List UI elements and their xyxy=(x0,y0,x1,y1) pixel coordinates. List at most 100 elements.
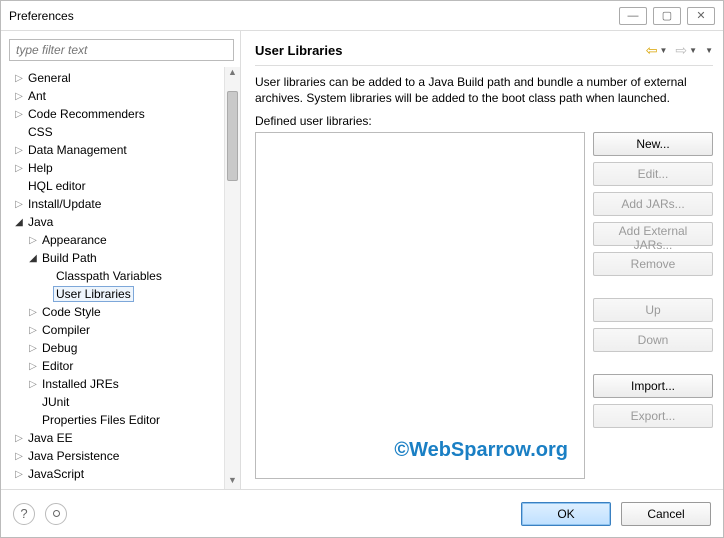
twisty-blank: · xyxy=(27,397,39,408)
tree-item[interactable]: ▷Ant xyxy=(13,87,224,105)
tree-item[interactable]: ▷Data Management xyxy=(13,141,224,159)
chevron-right-icon[interactable]: ▷ xyxy=(13,433,25,444)
add-jars-button[interactable]: Add JARs... xyxy=(593,192,713,216)
tree-item[interactable]: ▷Debug xyxy=(13,339,224,357)
chevron-right-icon[interactable]: ▷ xyxy=(13,91,25,102)
tree-item-label: Install/Update xyxy=(25,196,104,212)
ok-button[interactable]: OK xyxy=(521,502,611,526)
tree-item-label: Appearance xyxy=(39,232,110,248)
dialog-body: ▷General▷Ant▷Code Recommenders·CSS▷Data … xyxy=(1,31,723,489)
twisty-blank: · xyxy=(13,181,25,192)
progress-icon[interactable] xyxy=(45,503,67,525)
chevron-right-icon[interactable]: ▷ xyxy=(13,145,25,156)
content-row: ©WebSparrow.org New... Edit... Add JARs.… xyxy=(255,132,713,479)
filter-input[interactable] xyxy=(9,39,234,61)
chevron-right-icon[interactable]: ▷ xyxy=(13,73,25,84)
tree-scrollbar[interactable]: ▲ ▼ xyxy=(224,67,240,489)
left-panel: ▷General▷Ant▷Code Recommenders·CSS▷Data … xyxy=(1,31,241,489)
defined-libraries-label: Defined user libraries: xyxy=(255,114,713,128)
back-menu-icon[interactable]: ▼ xyxy=(660,46,668,55)
page-menu-icon[interactable]: ▼ xyxy=(705,46,713,55)
edit-button[interactable]: Edit... xyxy=(593,162,713,186)
tree-item-label: Editor xyxy=(39,358,76,374)
tree-item[interactable]: ▷Java Persistence xyxy=(13,447,224,465)
chevron-right-icon[interactable]: ▷ xyxy=(27,361,39,372)
tree-item[interactable]: ▷General xyxy=(13,69,224,87)
chevron-right-icon[interactable]: ▷ xyxy=(13,109,25,120)
tree-item[interactable]: ▷Install/Update xyxy=(13,195,224,213)
scroll-thumb[interactable] xyxy=(227,91,238,181)
scroll-down-icon[interactable]: ▼ xyxy=(225,475,240,489)
tree-item[interactable]: ▷Help xyxy=(13,159,224,177)
chevron-right-icon[interactable]: ▷ xyxy=(27,343,39,354)
tree-item[interactable]: ▷Installed JREs xyxy=(13,375,224,393)
tree-item[interactable]: ◢Java xyxy=(13,213,224,231)
scroll-up-icon[interactable]: ▲ xyxy=(225,67,240,81)
export-button[interactable]: Export... xyxy=(593,404,713,428)
tree-item-label: User Libraries xyxy=(53,286,134,302)
tree-item-label: Java EE xyxy=(25,430,76,446)
add-external-jars-button[interactable]: Add External JARs... xyxy=(593,222,713,246)
tree-item[interactable]: ·User Libraries xyxy=(13,285,224,303)
tree-item[interactable]: ·Classpath Variables xyxy=(13,267,224,285)
forward-icon[interactable]: ⇨ xyxy=(675,42,687,59)
preferences-tree[interactable]: ▷General▷Ant▷Code Recommenders·CSS▷Data … xyxy=(7,67,224,489)
chevron-right-icon[interactable]: ▷ xyxy=(27,235,39,246)
tree-item[interactable]: ▷Code Recommenders xyxy=(13,105,224,123)
filter-wrapper xyxy=(9,39,234,61)
twisty-blank: · xyxy=(13,127,25,138)
close-button[interactable]: ✕ xyxy=(687,7,715,25)
tree-item[interactable]: ▷JavaScript xyxy=(13,465,224,483)
tree-item-label: Data Management xyxy=(25,142,130,158)
chevron-down-icon[interactable]: ◢ xyxy=(27,253,39,264)
page-description: User libraries can be added to a Java Bu… xyxy=(255,74,713,106)
right-panel: User Libraries ⇦ ▼ ⇨ ▼ ▼ User libraries … xyxy=(241,31,723,489)
chevron-down-icon[interactable]: ◢ xyxy=(13,217,25,228)
watermark-text: ©WebSparrow.org xyxy=(394,439,568,462)
forward-menu-icon[interactable]: ▼ xyxy=(689,46,697,55)
up-button[interactable]: Up xyxy=(593,298,713,322)
import-button[interactable]: Import... xyxy=(593,374,713,398)
chevron-right-icon[interactable]: ▷ xyxy=(13,451,25,462)
minimize-button[interactable]: — xyxy=(619,7,647,25)
back-icon[interactable]: ⇦ xyxy=(646,42,658,59)
tree-item[interactable]: ·JUnit xyxy=(13,393,224,411)
tree-item[interactable]: ·HQL editor xyxy=(13,177,224,195)
new-button[interactable]: New... xyxy=(593,132,713,156)
button-column: New... Edit... Add JARs... Add External … xyxy=(593,132,713,479)
tree-item-label: Installed JREs xyxy=(39,376,122,392)
tree-item-label: Build Path xyxy=(39,250,100,266)
tree-item[interactable]: ▷Code Style xyxy=(13,303,224,321)
chevron-right-icon[interactable]: ▷ xyxy=(13,163,25,174)
chevron-right-icon[interactable]: ▷ xyxy=(13,469,25,480)
chevron-right-icon[interactable]: ▷ xyxy=(13,199,25,210)
tree-item[interactable]: ◢Build Path xyxy=(13,249,224,267)
tree-item-label: Properties Files Editor xyxy=(39,412,163,428)
tree-item-label: Debug xyxy=(39,340,80,356)
defined-libraries-list[interactable]: ©WebSparrow.org xyxy=(255,132,585,479)
tree-item-label: Classpath Variables xyxy=(53,268,165,284)
tree-item[interactable]: ·Properties Files Editor xyxy=(13,411,224,429)
header-divider xyxy=(255,65,713,66)
window-controls: — ▢ ✕ xyxy=(619,7,715,25)
tree-item[interactable]: ▷Compiler xyxy=(13,321,224,339)
tree-item-label: Java Persistence xyxy=(25,448,122,464)
tree-item[interactable]: ·CSS xyxy=(13,123,224,141)
tree-item-label: Compiler xyxy=(39,322,93,338)
down-button[interactable]: Down xyxy=(593,328,713,352)
tree-item[interactable]: ▷Appearance xyxy=(13,231,224,249)
help-icon[interactable]: ? xyxy=(13,503,35,525)
page-title: User Libraries xyxy=(255,43,646,58)
twisty-blank: · xyxy=(27,415,39,426)
tree-item[interactable]: ▷Editor xyxy=(13,357,224,375)
cancel-button[interactable]: Cancel xyxy=(621,502,711,526)
twisty-blank: · xyxy=(41,289,53,300)
remove-button[interactable]: Remove xyxy=(593,252,713,276)
tree-item-label: Java xyxy=(25,214,56,230)
chevron-right-icon[interactable]: ▷ xyxy=(27,325,39,336)
tree-item[interactable]: ▷Java EE xyxy=(13,429,224,447)
chevron-right-icon[interactable]: ▷ xyxy=(27,379,39,390)
chevron-right-icon[interactable]: ▷ xyxy=(27,307,39,318)
page-header: User Libraries ⇦ ▼ ⇨ ▼ ▼ xyxy=(255,37,713,63)
maximize-button[interactable]: ▢ xyxy=(653,7,681,25)
